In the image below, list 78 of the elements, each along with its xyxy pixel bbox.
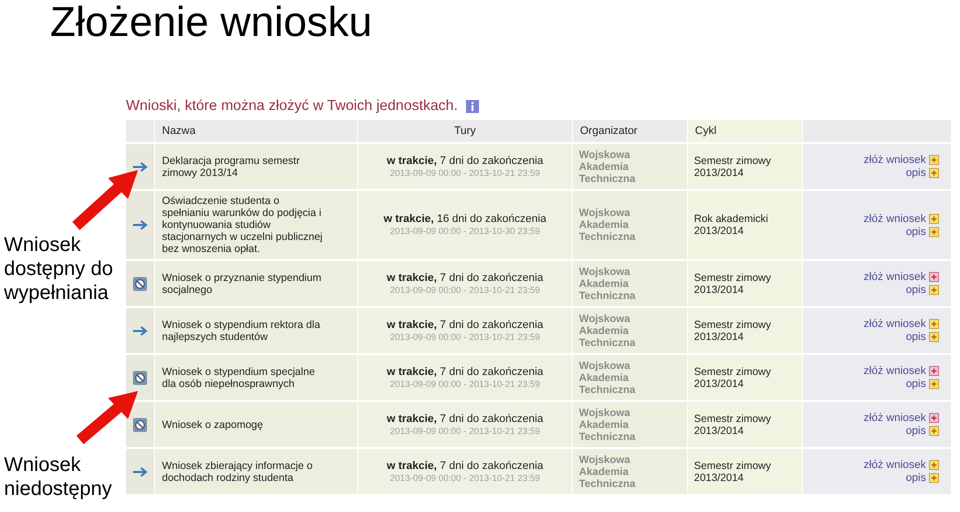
section-heading: Wnioski, które można złożyć w Twoich jednostkach. xyxy=(126,98,458,114)
table-cell: Wniosek o stypendium specjalne dla osób niepełnosprawnych xyxy=(155,355,358,400)
arrow-right-icon[interactable] xyxy=(132,466,148,476)
submit-link[interactable]: złóż wniosek xyxy=(864,318,926,330)
description-link[interactable]: opis xyxy=(906,378,926,390)
table-cell: Semestr zimowy 2013/2014 xyxy=(688,355,803,400)
arrow-right-icon[interactable] xyxy=(132,162,148,172)
description-link[interactable]: opis xyxy=(906,167,926,179)
status-text: w trakcie, 7 dni do zakończenia xyxy=(386,412,544,424)
table-cell: Semestr zimowy 2013/2014 xyxy=(688,144,803,189)
status-text: w trakcie, 7 dni do zakończenia xyxy=(386,460,544,472)
plus-icon[interactable] xyxy=(929,379,939,389)
plus-icon[interactable] xyxy=(929,413,939,423)
table-cell: Semestr zimowy 2013/2014 xyxy=(688,308,803,353)
status-text: w trakcie, 7 dni do zakończenia xyxy=(386,366,544,378)
plus-icon[interactable] xyxy=(929,319,939,329)
column-header: Nazwa xyxy=(155,120,358,144)
date-range: 2013-09-09 00:00 - 2013-10-21 23:59 xyxy=(390,284,540,296)
date-range: 2013-09-09 00:00 - 2013-10-21 23:59 xyxy=(390,330,540,342)
table-cell: Wojskowa Akademia Techniczna xyxy=(573,191,688,259)
plus-icon[interactable] xyxy=(929,226,939,236)
plus-icon[interactable] xyxy=(929,285,939,295)
plus-icon[interactable] xyxy=(929,332,939,342)
table-cell: Wojskowa Akademia Techniczna xyxy=(573,144,688,189)
table-cell: Oświadczenie studenta o spełnianiu warunków do podjęcia i kontynuowania studiów stacjonarnych w uczelni publicznej bez wnoszenia opłat. xyxy=(155,191,358,259)
description-link[interactable]: opis xyxy=(906,331,926,343)
pointer-arrow xyxy=(76,391,138,444)
plus-icon[interactable] xyxy=(929,155,939,165)
description-link[interactable]: opis xyxy=(906,284,926,296)
pointer-arrow xyxy=(72,170,138,230)
arrow-right-icon[interactable] xyxy=(132,220,148,230)
submit-link[interactable]: złóż wniosek xyxy=(864,212,926,224)
table-cell: Wojskowa Akademia Techniczna xyxy=(573,308,688,353)
submit-link[interactable]: złóż wniosek xyxy=(864,459,926,471)
table-cell: Wniosek o zapomogę xyxy=(155,402,358,447)
table-cell: Deklaracja programu semestr zimowy 2013/14 xyxy=(155,144,358,189)
column-header: Tury xyxy=(358,120,573,144)
plus-icon[interactable] xyxy=(929,272,939,282)
plus-icon[interactable] xyxy=(929,214,939,224)
description-link[interactable]: opis xyxy=(906,425,926,437)
status-text: w trakcie, 7 dni do zakończenia xyxy=(386,318,544,330)
table-cell: Rok akademicki 2013/2014 xyxy=(688,191,803,259)
description-link[interactable]: opis xyxy=(906,226,926,238)
date-range: 2013-09-09 00:00 - 2013-10-30 23:59 xyxy=(390,225,540,237)
date-range: 2013-09-09 00:00 - 2013-10-21 23:59 xyxy=(390,472,540,484)
table-cell: Wojskowa Akademia Techniczna xyxy=(573,402,688,447)
slide-title: Złożenie wniosku xyxy=(50,0,372,47)
plus-icon[interactable] xyxy=(929,473,939,483)
submit-link[interactable]: złóż wniosek xyxy=(864,154,926,166)
table-cell: Semestr zimowy 2013/2014 xyxy=(688,449,803,494)
date-range: 2013-09-09 00:00 - 2013-10-21 23:59 xyxy=(390,378,540,390)
plus-icon[interactable] xyxy=(929,168,939,178)
column-header: Organizator xyxy=(573,120,688,144)
table-cell: Wojskowa Akademia Techniczna xyxy=(573,355,688,400)
table-cell: Wniosek o stypendium rektora dla najlepszych studentów xyxy=(155,308,358,353)
table-cell: Semestr zimowy 2013/2014 xyxy=(688,261,803,306)
status-text: w trakcie, 16 dni do zakończenia xyxy=(384,213,546,225)
date-range: 2013-09-09 00:00 - 2013-10-21 23:59 xyxy=(390,424,540,436)
table-cell: Wojskowa Akademia Techniczna xyxy=(573,261,688,306)
callout-label: Wniosek niedostępny xyxy=(3,453,113,501)
table-cell: Wojskowa Akademia Techniczna xyxy=(573,449,688,494)
submit-link[interactable]: złóż wniosek xyxy=(864,365,926,377)
submit-link[interactable]: złóż wniosek xyxy=(864,412,926,424)
plus-icon[interactable] xyxy=(929,366,939,376)
column-header: Cykl xyxy=(688,120,803,144)
table-cell: Wniosek zbierający informacje o dochodach rodziny studenta xyxy=(155,449,358,494)
info-icon[interactable] xyxy=(466,100,479,112)
submit-link[interactable]: złóż wniosek xyxy=(864,271,926,283)
table-cell: Semestr zimowy 2013/2014 xyxy=(688,402,803,447)
plus-icon[interactable] xyxy=(929,460,939,470)
description-link[interactable]: opis xyxy=(906,472,926,484)
callout-label: Wniosek dostępny do wypełniania xyxy=(3,233,114,305)
date-range: 2013-09-09 00:00 - 2013-10-21 23:59 xyxy=(390,166,540,178)
arrow-right-icon[interactable] xyxy=(132,326,148,336)
status-text: w trakcie, 7 dni do zakończenia xyxy=(386,272,544,284)
plus-icon[interactable] xyxy=(929,426,939,436)
status-text: w trakcie, 7 dni do zakończenia xyxy=(386,154,544,166)
table-cell: Wniosek o przyznanie stypendium socjalnego xyxy=(155,261,358,306)
